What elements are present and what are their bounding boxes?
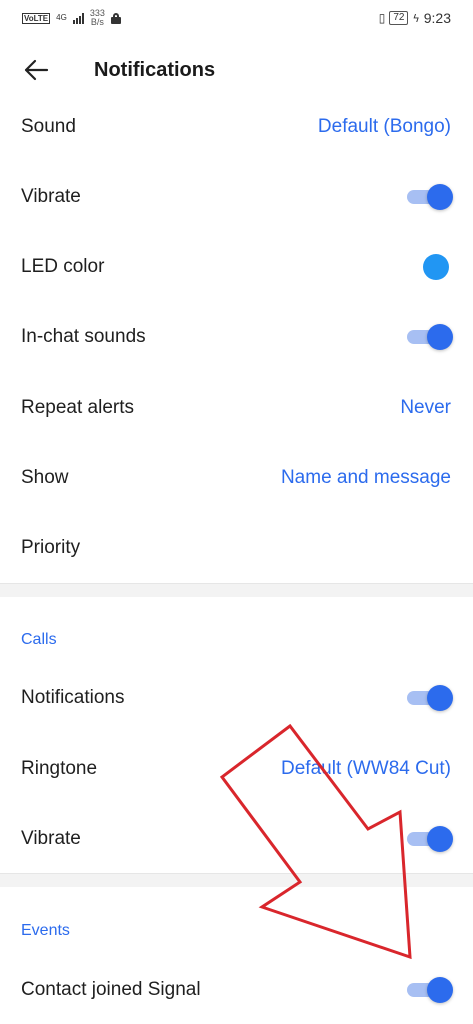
calls-vibrate-label: Vibrate [21, 828, 81, 849]
priority-label: Priority [21, 537, 81, 558]
lock-icon [110, 12, 121, 24]
network-type: 4G [56, 13, 67, 22]
contact-joined-signal-label: Contact joined Signal [21, 979, 201, 1000]
calls-notifications-toggle[interactable] [407, 685, 453, 711]
ringtone-value: Default (WW84 Cut) [281, 758, 451, 779]
repeat-alerts-setting-row[interactable]: Repeat alerts Never [0, 373, 473, 443]
led-color-setting-row[interactable]: LED color [0, 232, 473, 302]
repeat-alerts-label: Repeat alerts [21, 397, 135, 418]
contact-joined-signal-toggle[interactable] [407, 977, 453, 1003]
ringtone-label: Ringtone [21, 758, 98, 779]
arrow-left-icon [24, 59, 49, 81]
status-bar: VoLTE 4G 333 B/s ▯ 72 ϟ 9:23 [0, 0, 473, 36]
led-color-swatch[interactable] [423, 254, 449, 280]
sound-value: Default (Bongo) [317, 116, 451, 137]
status-left: VoLTE 4G 333 B/s [22, 9, 121, 27]
sound-setting-row[interactable]: Sound Default (Bongo) [0, 92, 473, 162]
signal-icon [72, 12, 84, 24]
contact-joined-signal-row[interactable]: Contact joined Signal [0, 955, 473, 1024]
calls-vibrate-row[interactable]: Vibrate [0, 804, 473, 874]
calls-section-header: Calls [21, 631, 57, 648]
volte-indicator: VoLTE [22, 12, 51, 24]
vibrate-label: Vibrate [21, 186, 81, 207]
charging-icon: ϟ [412, 11, 420, 25]
ringtone-setting-row[interactable]: Ringtone Default (WW84 Cut) [0, 734, 473, 804]
vibrate-mode-icon: ▯ [378, 11, 386, 25]
battery-indicator: 72 [389, 11, 409, 25]
sound-label: Sound [21, 116, 76, 137]
section-divider [0, 873, 473, 887]
priority-setting-row[interactable]: Priority [0, 513, 473, 583]
back-button[interactable] [14, 48, 58, 92]
events-section-header: Events [21, 922, 70, 939]
show-setting-row[interactable]: Show Name and message [0, 443, 473, 513]
section-divider [0, 583, 473, 597]
show-value: Name and message [280, 467, 451, 488]
calls-notifications-label: Notifications [21, 687, 125, 708]
network-speed: 333 B/s [89, 8, 105, 27]
in-chat-sounds-label: In-chat sounds [21, 326, 146, 347]
vibrate-toggle[interactable] [407, 184, 453, 210]
calls-notifications-row[interactable]: Notifications [0, 663, 473, 733]
clock: 9:23 [423, 10, 451, 26]
vibrate-setting-row[interactable]: Vibrate [0, 162, 473, 232]
in-chat-sounds-setting-row[interactable]: In-chat sounds [0, 302, 473, 372]
calls-vibrate-toggle[interactable] [407, 826, 453, 852]
led-color-label: LED color [21, 256, 105, 277]
show-label: Show [21, 467, 69, 488]
repeat-alerts-value: Never [400, 397, 451, 418]
status-right: ▯ 72 ϟ 9:23 [379, 10, 451, 26]
page-title: Notifications [94, 58, 216, 81]
in-chat-sounds-toggle[interactable] [407, 324, 453, 350]
